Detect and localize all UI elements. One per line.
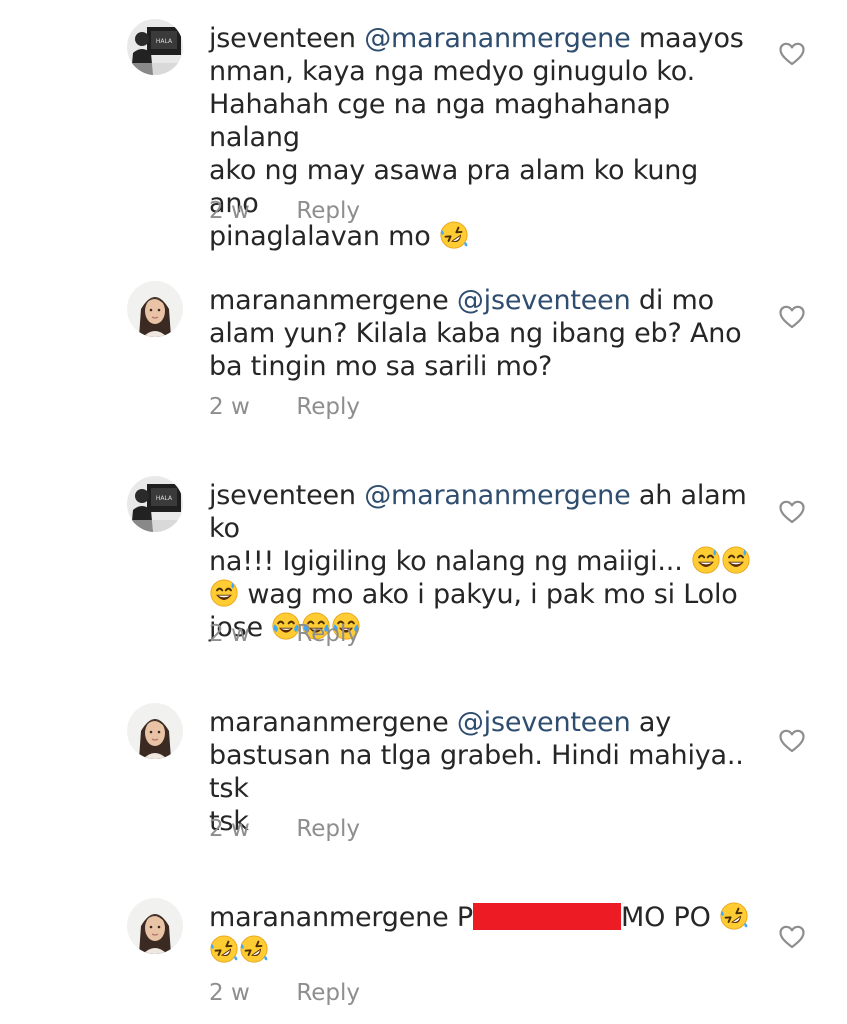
comment-line: alam yun? Kilala kaba ng ibang eb? Ano [209, 318, 742, 349]
comment-line: di mo [638, 285, 714, 316]
rolling-on-floor-laughing-emoji [210, 935, 238, 963]
comment-text: jseventeen @marananmergene ah alam ko na… [209, 479, 754, 644]
heart-outline-icon[interactable] [779, 42, 805, 66]
comment-username[interactable]: marananmergene [209, 285, 449, 316]
heart-outline-icon[interactable] [779, 305, 805, 329]
reply-button[interactable]: Reply [296, 394, 360, 420]
comment-line: ay [638, 707, 671, 738]
heart-outline-icon[interactable] [779, 925, 805, 949]
grinning-sweat-emoji [692, 546, 720, 574]
reply-button[interactable]: Reply [296, 816, 360, 842]
avatar[interactable] [127, 703, 183, 759]
rolling-on-floor-laughing-emoji [440, 221, 468, 249]
redaction-bar [472, 903, 621, 930]
avatar[interactable] [127, 476, 183, 532]
comment-line: pinaglalavan mo [209, 221, 431, 252]
comment-text: marananmergene @jseventeen di mo alam yu… [209, 284, 754, 383]
comment-meta: 2 w Reply [209, 621, 360, 647]
comment-mention[interactable]: @jseventeen [457, 707, 631, 738]
comment-timestamp: 2 w [209, 816, 250, 842]
comment-meta: 2 w Reply [209, 394, 360, 420]
comment-username[interactable]: jseventeen [209, 480, 356, 511]
comment-timestamp: 2 w [209, 980, 250, 1006]
comment-timestamp: 2 w [209, 394, 250, 420]
avatar[interactable] [127, 281, 183, 337]
comment-username[interactable]: marananmergene [209, 707, 449, 738]
comment-meta: 2 w Reply [209, 980, 360, 1006]
comment-line: nman, kaya nga medyo ginugulo ko. [209, 56, 695, 87]
comment-line: Hahahah cge na nga maghahanap nalang [209, 89, 670, 153]
grinning-sweat-emoji [210, 579, 238, 607]
comment-meta: 2 w Reply [209, 816, 360, 842]
comment-line: bastusan na tlga grabeh. Hindi mahiya.. … [209, 740, 744, 804]
heart-outline-icon[interactable] [779, 729, 805, 753]
comment-line: maayos [638, 23, 744, 54]
comment-username[interactable]: marananmergene [209, 902, 449, 933]
rolling-on-floor-laughing-emoji [720, 902, 748, 930]
comment-timestamp: 2 w [209, 198, 250, 224]
comment-line: MO PO [620, 902, 711, 933]
heart-outline-icon[interactable] [779, 500, 805, 524]
comment-line: ba tingin mo sa sarili mo? [209, 351, 553, 382]
reply-button[interactable]: Reply [296, 198, 360, 224]
grinning-sweat-emoji [722, 546, 750, 574]
avatar[interactable] [127, 898, 183, 954]
comment-line: na!!! Igigiling ko nalang ng maiigi... [209, 546, 683, 577]
comment-line: P [456, 902, 473, 933]
rolling-on-floor-laughing-emoji [240, 935, 268, 963]
comment-username[interactable]: jseventeen [209, 23, 356, 54]
comment-timestamp: 2 w [209, 621, 250, 647]
avatar[interactable] [127, 19, 183, 75]
reply-button[interactable]: Reply [296, 980, 360, 1006]
reply-button[interactable]: Reply [296, 621, 360, 647]
comment-mention[interactable]: @jseventeen [457, 285, 631, 316]
comment-mention[interactable]: @marananmergene [364, 480, 630, 511]
comment-meta: 2 w Reply [209, 198, 360, 224]
comment-mention[interactable]: @marananmergene [364, 23, 630, 54]
comment-line: wag mo ako i pakyu, i pak mo si Lolo [247, 579, 738, 610]
comment-text: marananmergene P MO PO [209, 901, 754, 967]
